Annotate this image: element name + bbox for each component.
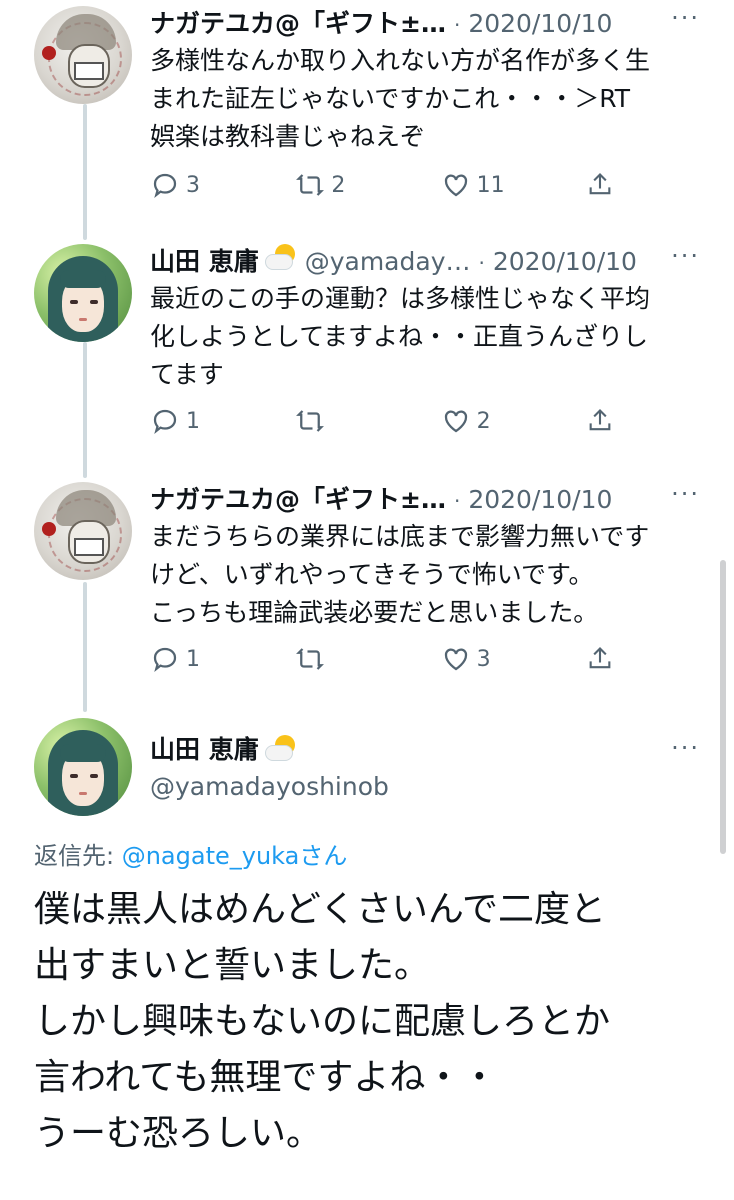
avatar-art [70,300,78,304]
like-icon [444,410,467,433]
tweet-text-line: けど、いずれやってきそうで怖いです。 [150,560,594,589]
share-icon [589,173,611,195]
more-icon[interactable]: ··· [671,4,700,32]
avatar-art [90,774,98,778]
retweet-button[interactable]: 2 [295,170,405,200]
share-icon [589,409,611,431]
thread-line [83,104,87,240]
author-name[interactable]: ナガテユカ@「ギフト±… [150,4,446,40]
tweet-actions: 3 2 11 [150,170,620,200]
avatar-art [79,318,87,321]
avatar-art [90,300,98,304]
tweet-text-line: こっちも理論武装必要だと思いました。 [150,598,599,627]
like-button[interactable]: 11 [441,170,551,200]
tweet-header: ナガテユカ@「ギフト±… · 2020/10/10 [150,480,612,516]
detail-text: 僕は黒人はめんどくさいんで二度と 出すまいと誓いました。 しかし興味もないのに配… [34,882,714,1162]
detail-text-line: 僕は黒人はめんどくさいんで二度と [34,889,607,930]
sun-behind-cloud-icon [264,735,299,761]
tweet-date[interactable]: 2020/10/10 [493,247,637,276]
thread-line [83,342,87,478]
reply-count: 1 [186,408,200,434]
like-count: 2 [476,408,491,434]
thread-line [83,582,87,712]
avatar-art [42,522,56,536]
separator-dot: · [453,13,461,37]
retweet-icon [296,648,325,670]
author-handle[interactable]: @yamadayoshinob [150,772,389,801]
avatar-art [70,774,78,778]
like-button[interactable]: 3 [441,644,551,674]
reply-handle-link[interactable]: @nagate_yuka [122,842,300,870]
tweet-text: 多様性なんか取り入れない方が名作が多く生 まれた証左じゃないですかこれ・・・＞R… [150,42,710,156]
scrollbar[interactable] [720,560,726,854]
tweet-actions: 1 3 [150,644,620,674]
like-icon [444,648,467,671]
tweet-text: 最近のこの手の運動？は多様性じゃなく平均 化しようとしてますよね・・正直うんざり… [150,280,710,394]
detail-text-line: しかし興味もないのに配慮しろとか [34,1001,611,1042]
avatar-art [42,46,56,60]
reply-count: 1 [186,646,200,672]
tweet-header: ナガテユカ@「ギフト±… · 2020/10/10 [150,4,612,40]
avatar[interactable] [34,482,132,580]
tweet-date[interactable]: 2020/10/10 [468,9,612,38]
avatar-art [74,538,104,556]
reply-to: 返信先: @nagate_yukaさん [34,836,347,871]
detail-text-line: 出すまいと誓いました。 [34,945,431,986]
like-button[interactable]: 2 [441,406,551,436]
tweet-text-line: 最近のこの手の運動？は多様性じゃなく平均 [150,284,651,313]
tweet-text-line: 化しようとしてますよね・・正直うんざりし [150,322,649,351]
share-button[interactable] [586,644,620,674]
like-count: 11 [476,172,505,198]
separator-dot: · [453,489,461,513]
avatar[interactable] [34,718,132,816]
avatar-art [60,744,106,762]
detail-text-line: 言われても無理ですよね・・ [34,1057,498,1098]
like-count: 3 [476,646,491,672]
retweet-icon [296,410,325,432]
more-icon[interactable]: ··· [671,734,700,762]
separator-dot: · [478,251,485,275]
reply-prefix: 返信先: [34,842,122,870]
more-icon[interactable]: ··· [671,242,700,270]
reply-button[interactable]: 1 [150,406,260,436]
tweet-text-line: まれた証左じゃないですかこれ・・・＞RT [150,84,631,113]
reply-icon [153,173,177,199]
detail-author[interactable]: 山田 恵庸 [150,730,305,766]
retweet-button[interactable] [295,406,405,436]
tweet-text-line: 多様性なんか取り入れない方が名作が多く生 [150,46,651,75]
author-name[interactable]: ナガテユカ@「ギフト±… [150,480,446,516]
sun-behind-cloud-icon [264,244,299,270]
avatar-art [79,792,87,795]
avatar[interactable] [34,6,132,104]
author-name: 山田 恵庸 [150,735,259,764]
reply-button[interactable]: 3 [150,170,260,200]
tweet-header: 山田 恵庸 @yamaday… · 2020/10/10 [150,242,637,278]
avatar-art [60,270,106,288]
reply-button[interactable]: 1 [150,644,260,674]
reply-icon [153,409,177,435]
avatar-art [74,62,104,80]
reply-icon [153,647,177,673]
tweet-text: まだうちらの業界には底まで影響力無いです けど、いずれやってきそうで怖いです。 … [150,518,710,632]
author-name[interactable]: 山田 恵庸 [150,242,259,278]
reply-suffix: さん [299,842,348,870]
tweet-text-line: まだうちらの業界には底まで影響力無いです [150,522,650,551]
share-icon [589,647,611,669]
retweet-count: 2 [331,172,346,198]
tweet-text-line: 娯楽は教科書じゃねえぞ [150,122,426,151]
avatar[interactable] [34,244,132,342]
tweet-date[interactable]: 2020/10/10 [468,485,612,514]
retweet-button[interactable] [295,644,405,674]
share-button[interactable] [586,170,620,200]
reply-count: 3 [186,172,200,198]
like-icon [444,174,467,197]
share-button[interactable] [586,406,620,436]
more-icon[interactable]: ··· [671,480,700,508]
author-handle[interactable]: @yamaday… [305,247,471,276]
retweet-icon [296,174,325,196]
tweet-text-line: てます [150,360,224,389]
detail-text-line: うーむ恐ろしい。 [34,1113,323,1154]
tweet-actions: 1 2 [150,406,620,436]
